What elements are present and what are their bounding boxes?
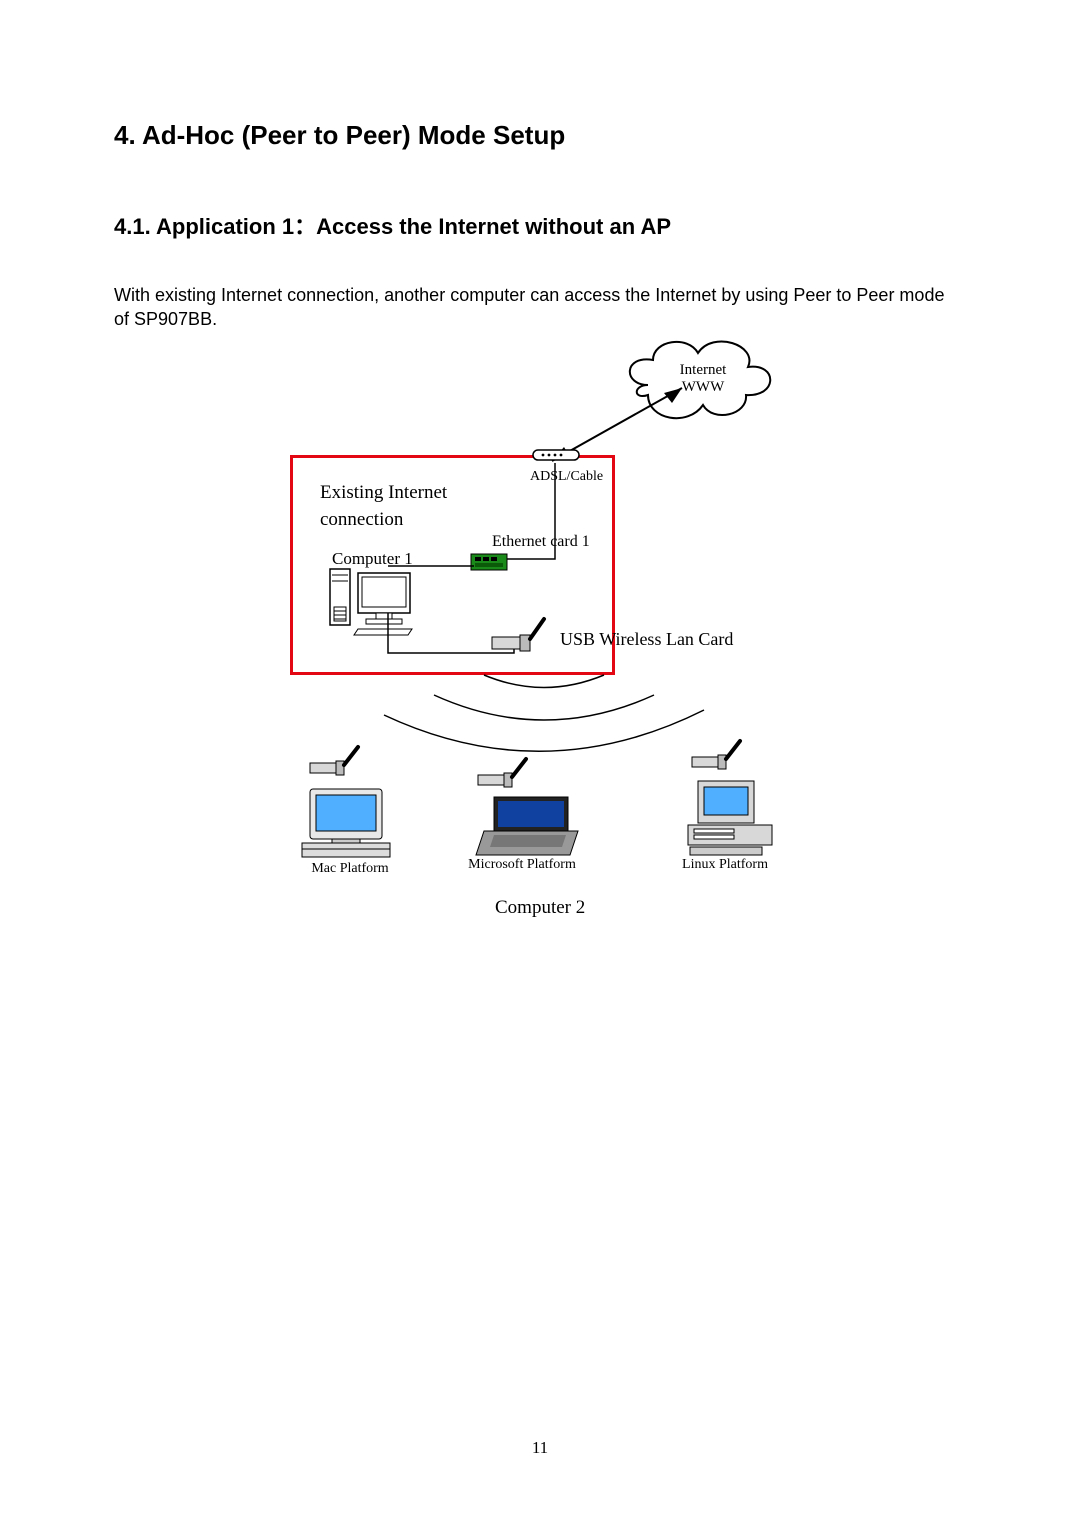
page-number: 11 bbox=[0, 1438, 1080, 1458]
computer2-label: Computer 2 bbox=[495, 897, 585, 919]
usb-wireless-card-icon bbox=[490, 615, 550, 655]
ms-platform-label: Microsoft Platform bbox=[462, 857, 582, 873]
mac-platform-label: Mac Platform bbox=[302, 861, 398, 877]
wireless-waves-icon bbox=[384, 655, 704, 735]
linux-usb-dongle-icon bbox=[690, 737, 745, 771]
mac-usb-dongle-icon bbox=[308, 743, 363, 777]
body-paragraph: With existing Internet connection, anoth… bbox=[114, 283, 964, 332]
mac-computer-icon bbox=[302, 785, 398, 861]
section-title: 4. Ad-Hoc (Peer to Peer) Mode Setup bbox=[114, 120, 970, 151]
modem-icon bbox=[531, 447, 581, 463]
ethernet-card-label: Ethernet card 1 bbox=[492, 533, 590, 551]
page: 4. Ad-Hoc (Peer to Peer) Mode Setup 4.1.… bbox=[0, 0, 1080, 1528]
network-diagram: InternetWWW Existing Internet connection… bbox=[290, 335, 850, 925]
ms-laptop-icon bbox=[474, 795, 582, 859]
ms-usb-dongle-icon bbox=[476, 755, 531, 789]
subsection-title: 4.1. Application 1：Access the Internet w… bbox=[114, 209, 970, 241]
linux-platform-label: Linux Platform bbox=[670, 857, 780, 873]
linux-computer-icon bbox=[688, 779, 778, 859]
usb-card-label: USB Wireless Lan Card bbox=[560, 629, 733, 650]
